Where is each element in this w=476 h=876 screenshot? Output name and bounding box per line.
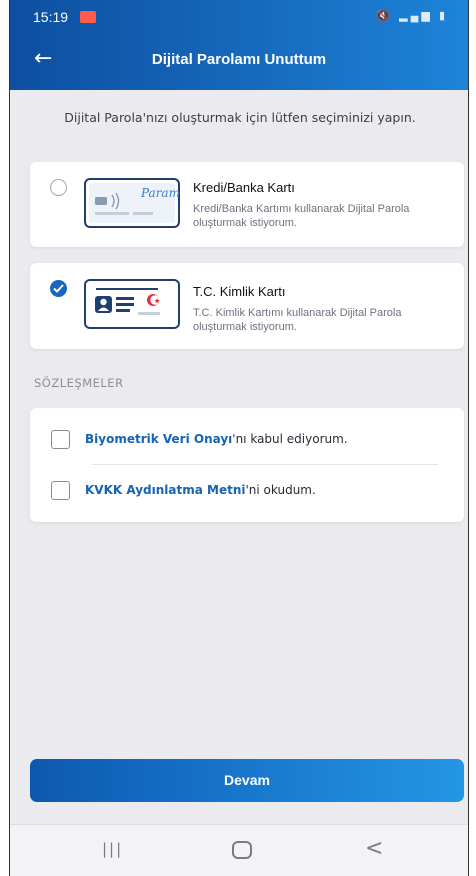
signal-icons: 🔇 ▂▄▆ ▮	[376, 10, 448, 22]
agreement-suffix: 'nı kabul ediyorum.	[232, 432, 348, 446]
app-bar: ← Dijital Parolamı Unuttum	[10, 42, 468, 82]
agreement-link-kvkk[interactable]: KVKK Aydınlatma Metni	[85, 483, 246, 497]
agreement-suffix: 'ni okudum.	[245, 483, 316, 497]
agreements-card: Biyometrik Veri Onayı'nı kabul ediyorum.…	[30, 408, 464, 522]
checkmark-icon	[53, 284, 64, 293]
option-description: Kredi/Banka Kartımı kullanarak Dijital P…	[193, 203, 410, 229]
page-title: Dijital Parolamı Unuttum	[151, 51, 327, 68]
radio-unselected-icon[interactable]	[50, 179, 67, 196]
recent-apps-icon[interactable]: |||	[102, 837, 123, 861]
checkbox[interactable]	[51, 481, 70, 500]
id-card-icon	[84, 279, 180, 329]
agreement-text: KVKK Aydınlatma Metni'ni okudum.	[85, 483, 316, 497]
agreements-section-title: SÖZLEŞMELER	[34, 376, 124, 390]
agreement-row-biometric[interactable]: Biyometrik Veri Onayı'nı kabul ediyorum.	[30, 420, 464, 460]
status-bar: 15:19 🔇 ▂▄▆ ▮	[10, 0, 468, 34]
intro-text: Dijital Parola'nızı oluşturmak için lütf…	[64, 110, 416, 125]
notification-icon	[80, 11, 96, 23]
phone-screen: 15:19 🔇 ▂▄▆ ▮ ← Dijital Parolamı Unuttum…	[9, 0, 469, 876]
agreement-text: Biyometrik Veri Onayı'nı kabul ediyorum.	[85, 432, 348, 446]
divider	[92, 464, 438, 465]
agreement-link-biometric[interactable]: Biyometrik Veri Onayı	[85, 432, 232, 446]
option-title: T.C. Kimlik Kartı	[193, 284, 286, 299]
credit-card-icon: Param	[84, 178, 180, 228]
option-description: T.C. Kimlik Kartımı kullanarak Dijital P…	[193, 307, 402, 333]
radio-selected-icon[interactable]	[50, 280, 67, 297]
option-credit-card[interactable]: Param Kredi/Banka Kartı Kredi/Banka Kart…	[30, 162, 464, 247]
option-title: Kredi/Banka Kartı	[193, 180, 295, 195]
back-icon[interactable]: <	[365, 837, 383, 861]
system-nav-bar: ||| <	[10, 824, 468, 876]
option-id-card[interactable]: T.C. Kimlik Kartı T.C. Kimlik Kartımı ku…	[30, 263, 464, 349]
status-time: 15:19	[33, 9, 69, 25]
checkbox[interactable]	[51, 430, 70, 449]
agreement-row-kvkk[interactable]: KVKK Aydınlatma Metni'ni okudum.	[30, 471, 464, 511]
header-area: 15:19 🔇 ▂▄▆ ▮ ← Dijital Parolamı Unuttum	[10, 0, 468, 90]
home-icon[interactable]	[232, 841, 252, 859]
id-card-illustration	[89, 284, 175, 324]
continue-button[interactable]: Devam	[30, 759, 464, 802]
card-brand-text: Param	[141, 186, 180, 200]
